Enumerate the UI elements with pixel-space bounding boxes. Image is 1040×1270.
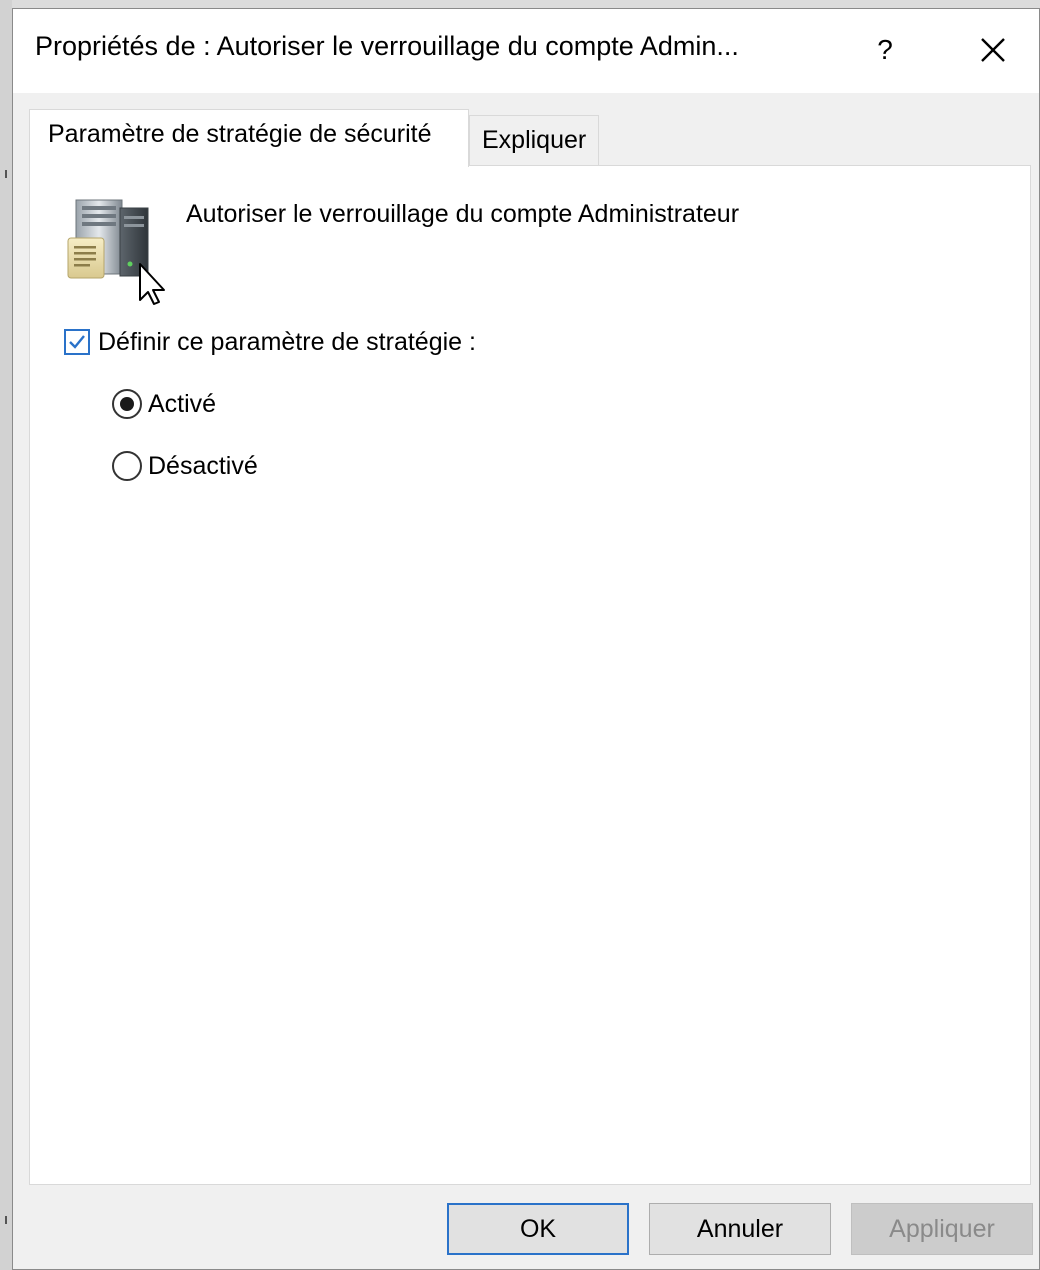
tab-panel: Autoriser le verrouillage du compte Admi… bbox=[29, 165, 1031, 1185]
define-setting-label: Définir ce paramètre de stratégie : bbox=[98, 327, 476, 356]
radio-button-selected[interactable] bbox=[112, 389, 142, 419]
background-tick bbox=[5, 170, 7, 178]
close-button[interactable] bbox=[963, 27, 1023, 73]
checkbox-box[interactable] bbox=[64, 329, 90, 355]
properties-dialog: Propriétés de : Autoriser le verrouillag… bbox=[12, 8, 1040, 1270]
radio-disabled-label: Désactivé bbox=[148, 451, 258, 480]
help-button[interactable]: ? bbox=[855, 27, 915, 73]
radio-disabled[interactable]: Désactivé bbox=[112, 450, 258, 482]
checkmark-icon bbox=[69, 335, 85, 349]
close-icon bbox=[981, 38, 1005, 62]
dialog-title: Propriétés de : Autoriser le verrouillag… bbox=[35, 31, 739, 61]
background-tick bbox=[5, 1216, 7, 1224]
tab-explain[interactable]: Expliquer bbox=[469, 115, 599, 165]
ok-button[interactable]: OK bbox=[447, 1203, 629, 1255]
cancel-button[interactable]: Annuler bbox=[649, 1203, 831, 1255]
radio-enabled-label: Activé bbox=[148, 389, 217, 418]
radio-enabled[interactable]: Activé bbox=[112, 388, 216, 420]
title-bar: Propriétés de : Autoriser le verrouillag… bbox=[13, 9, 1039, 93]
tab-security-setting[interactable]: Paramètre de stratégie de sécurité bbox=[29, 109, 469, 167]
radio-button[interactable] bbox=[112, 451, 142, 481]
server-policy-icon bbox=[67, 199, 165, 305]
policy-name: Autoriser le verrouillage du compte Admi… bbox=[186, 200, 740, 228]
apply-button[interactable]: Appliquer bbox=[851, 1203, 1033, 1255]
radio-selected-dot bbox=[120, 397, 134, 411]
background-window-edge bbox=[0, 0, 12, 1270]
define-setting-checkbox[interactable]: Définir ce paramètre de stratégie : bbox=[64, 326, 476, 358]
